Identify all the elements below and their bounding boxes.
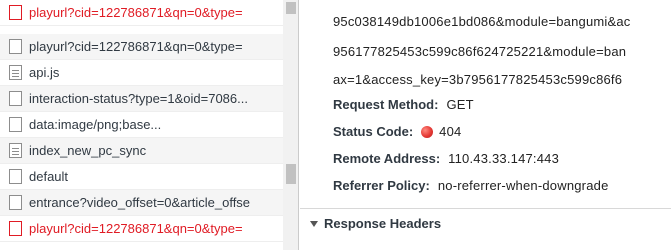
request-row[interactable]: playurl?cid=122786871&qn=0&type= — [0, 216, 283, 242]
request-name: entrance?video_offset=0&article_offse — [29, 194, 251, 210]
response-headers-title: Response Headers — [324, 216, 442, 231]
network-request-list: playurl?cid=122786871&qn=0&type= playurl… — [0, 0, 298, 250]
status-code-row: Status Code: 404 — [333, 124, 461, 139]
referrer-policy-key: Referrer Policy: — [333, 178, 430, 193]
request-name: playurl?cid=122786871&qn=0&type= — [29, 4, 243, 20]
status-code-key: Status Code: — [333, 124, 414, 139]
request-row[interactable]: default — [0, 164, 283, 190]
remote-address-key: Remote Address: — [333, 151, 441, 166]
remote-address-value: 110.43.33.147:443 — [448, 151, 560, 166]
request-row[interactable]: playurl?cid=122786871&qn=0&type= — [0, 34, 283, 60]
request-method-value: GET — [446, 97, 474, 112]
headers-panel: 95c038149db1006e1bd086&module=bangumi&ac… — [300, 0, 671, 250]
remote-address-row: Remote Address: 110.43.33.147:443 — [333, 151, 559, 166]
request-name: api.js — [29, 64, 60, 80]
scrollbar-thumb[interactable] — [286, 164, 296, 184]
checkbox-icon[interactable] — [9, 195, 22, 210]
request-row[interactable]: api.js — [0, 60, 283, 86]
request-name: index_new_pc_sync — [29, 142, 147, 158]
checkbox-icon[interactable] — [9, 169, 22, 184]
request-row[interactable]: interaction-status?type=1&oid=7086... — [0, 86, 283, 112]
checkbox-icon[interactable] — [9, 39, 22, 54]
request-row[interactable]: entrance?video_offset=0&article_offse — [0, 190, 283, 216]
pane-divider[interactable] — [298, 0, 299, 250]
request-url-line: 956177825453c599c86f624725221&module=ban — [333, 44, 627, 59]
request-list-scrollbar[interactable] — [283, 0, 298, 250]
request-name: default — [29, 168, 69, 184]
document-icon — [9, 65, 22, 80]
request-name: playurl?cid=122786871&qn=0&type= — [29, 220, 243, 236]
request-row[interactable]: index_new_pc_sync — [0, 138, 283, 164]
request-url-line: 95c038149db1006e1bd086&module=bangumi&ac — [333, 14, 631, 29]
referrer-policy-row: Referrer Policy: no-referrer-when-downgr… — [333, 178, 609, 193]
checkbox-icon[interactable] — [9, 117, 22, 132]
scrollbar-thumb[interactable] — [286, 2, 296, 14]
checkbox-icon[interactable] — [9, 221, 22, 236]
request-row[interactable]: data:image/png;base... — [0, 112, 283, 138]
document-icon — [9, 143, 22, 158]
request-name: interaction-status?type=1&oid=7086... — [29, 90, 248, 106]
triangle-down-icon[interactable] — [310, 220, 318, 227]
referrer-policy-value: no-referrer-when-downgrade — [437, 178, 609, 193]
request-method-key: Request Method: — [333, 97, 439, 112]
response-headers-section[interactable]: Response Headers — [300, 208, 671, 238]
checkbox-icon[interactable] — [9, 91, 22, 106]
request-name: data:image/png;base... — [29, 116, 162, 132]
status-code-value: 404 — [439, 124, 462, 139]
request-url-line: ax=1&access_key=3b7956177825453c599c86f6 — [333, 72, 623, 87]
checkbox-icon[interactable] — [9, 5, 22, 20]
request-row[interactable]: playurl?cid=122786871&qn=0&type= — [0, 0, 283, 26]
request-method-row: Request Method: GET — [333, 97, 474, 112]
request-name: playurl?cid=122786871&qn=0&type= — [29, 38, 243, 54]
error-status-icon — [421, 125, 434, 138]
